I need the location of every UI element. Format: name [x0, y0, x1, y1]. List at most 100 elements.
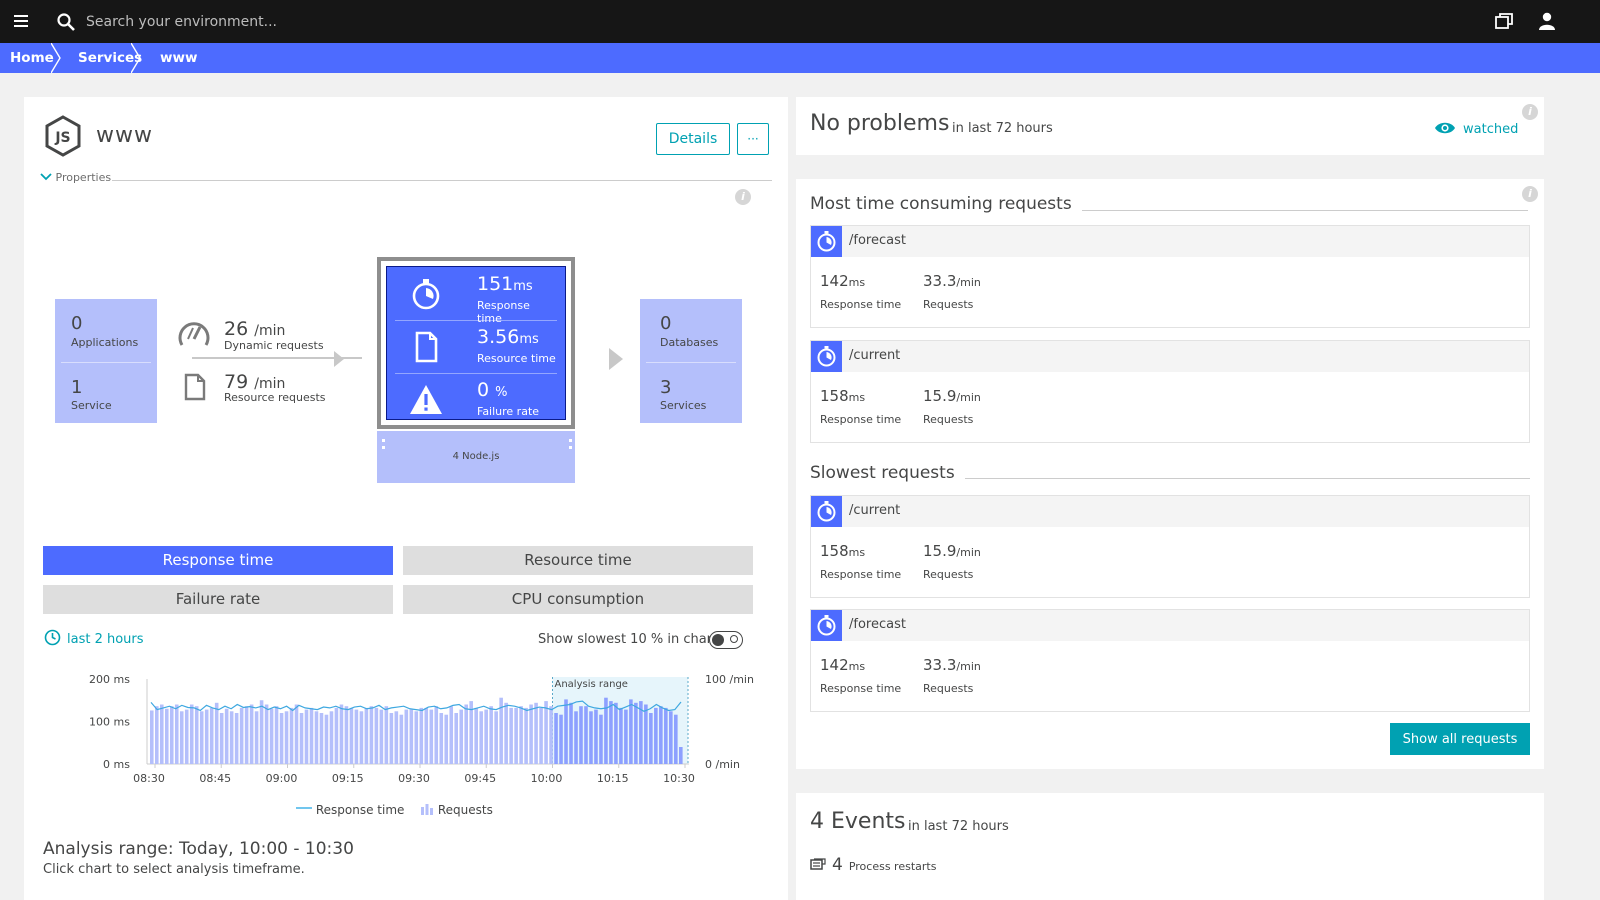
info-icon[interactable]: i: [1522, 104, 1538, 120]
request-response-time: 142ms: [820, 656, 866, 674]
request-rate: 15.9/min: [923, 542, 981, 560]
user-icon[interactable]: [1537, 11, 1557, 31]
windows-icon[interactable]: [1494, 12, 1514, 32]
requests-bar: [469, 701, 473, 764]
requests-bar: [284, 711, 289, 764]
requests-bar: [494, 711, 498, 764]
breadcrumb: Home Services www: [0, 43, 1600, 73]
tab-failure-rate[interactable]: Failure rate: [43, 585, 393, 614]
divider: [112, 180, 772, 181]
requests-bar: [679, 747, 683, 764]
request-stopwatch-icon: [811, 341, 842, 372]
requests-bar: [459, 709, 464, 764]
request-item-current[interactable]: /current 158ms Response time 15.9/min Re…: [810, 495, 1530, 598]
requests-bar: [389, 713, 394, 764]
request-rate: 33.3/min: [923, 272, 981, 290]
request-response-time-label: Response time: [820, 413, 902, 426]
requests-bar: [509, 707, 513, 764]
process-group-box[interactable]: 4 Node.js: [377, 431, 575, 483]
service-core-box[interactable]: 151ms Response time 3.56ms Resource time…: [377, 257, 575, 429]
info-icon[interactable]: i: [1522, 186, 1538, 202]
resource-time-row[interactable]: 3.56ms Resource time: [395, 322, 557, 374]
requests-bar: [619, 707, 623, 764]
more-actions-button[interactable]: ···: [737, 123, 769, 155]
requests-bar: [559, 714, 563, 764]
requests-bar: [374, 707, 379, 764]
failure-rate-row[interactable]: 0 % Failure rate: [395, 375, 557, 427]
watched-toggle[interactable]: watched: [1434, 121, 1518, 137]
request-name: /current: [849, 348, 901, 363]
show-slowest-toggle[interactable]: [709, 631, 743, 649]
requests-bar: [199, 711, 204, 764]
x-tick-label: 08:30: [133, 772, 165, 785]
top-bar: [0, 0, 1600, 43]
breadcrumb-services[interactable]: Services: [60, 43, 142, 73]
details-button[interactable]: Details: [656, 123, 730, 155]
request-rate: 33.3/min: [923, 656, 981, 674]
info-icon[interactable]: i: [735, 189, 751, 205]
requests-bar: [259, 700, 264, 764]
request-name: /forecast: [849, 617, 906, 632]
requests-bar: [234, 713, 239, 764]
request-item-forecast[interactable]: /forecast 142ms Response time 33.3/min R…: [810, 609, 1530, 712]
requests-bar: [454, 713, 459, 764]
events-subtitle: in last 72 hours: [908, 819, 1009, 834]
event-count: 4: [832, 855, 843, 875]
requests-bar: [549, 706, 553, 764]
x-tick-label: 09:00: [266, 772, 298, 785]
applications-label: Applications: [71, 336, 139, 349]
requests-bar: [644, 704, 648, 764]
x-tick-label: 09:30: [398, 772, 430, 785]
show-all-requests-button[interactable]: Show all requests: [1390, 723, 1530, 755]
tab-cpu-consumption[interactable]: CPU consumption: [403, 585, 753, 614]
requests-bar: [399, 714, 404, 764]
request-rate-label: Requests: [923, 298, 974, 311]
request-stopwatch-icon: [811, 610, 842, 641]
callees-box[interactable]: 0 Databases 3 Services: [640, 299, 742, 423]
breadcrumb-home[interactable]: Home: [0, 43, 61, 73]
request-response-time: 158ms: [820, 387, 866, 405]
requests-bar: [579, 706, 583, 764]
timeframe-selector[interactable]: last 2 hours: [44, 629, 144, 647]
service-count: 1: [71, 377, 83, 398]
slowest-requests-title: Slowest requests: [810, 463, 965, 483]
divider: [61, 362, 151, 363]
breadcrumb-www[interactable]: www: [140, 43, 207, 73]
requests-bar: [429, 709, 434, 764]
requests-bar: [544, 701, 548, 764]
process-group-label: 4 Node.js: [452, 451, 500, 462]
response-time-chart[interactable]: Analysis range 200 ms 100 ms 0 ms 100 /min 0 …: [48, 667, 778, 827]
hamburger-menu-icon[interactable]: [12, 12, 32, 30]
properties-toggle[interactable]: Properties: [40, 171, 111, 184]
response-time-row[interactable]: 151ms Response time: [395, 269, 557, 325]
requests-bar: [464, 704, 468, 764]
requests-bar: [239, 707, 244, 764]
y-tick-label: 200 ms: [89, 673, 130, 686]
resource-requests-label: Resource requests: [224, 391, 326, 404]
y-right-tick-label: 100 /min: [705, 673, 754, 686]
callers-box[interactable]: 0 Applications 1 Service: [55, 299, 157, 423]
speedometer-icon: [178, 322, 210, 346]
requests-bar: [244, 706, 249, 764]
arrow-right-icon: [334, 351, 344, 367]
search-input[interactable]: [86, 10, 586, 34]
requests-bar: [224, 708, 229, 764]
requests-bar: [669, 711, 673, 764]
tab-resource-time[interactable]: Resource time: [403, 546, 753, 575]
tab-response-time[interactable]: Response time: [43, 546, 393, 575]
requests-bar: [339, 704, 344, 764]
requests-bar: [519, 706, 523, 764]
requests-bar: [404, 709, 409, 764]
request-item-current[interactable]: /current 158ms Response time 15.9/min Re…: [810, 340, 1530, 443]
request-item-forecast[interactable]: /forecast 142ms Response time 33.3/min R…: [810, 225, 1530, 328]
requests-bar: [534, 702, 538, 764]
requests-bar: [269, 708, 274, 764]
nodejs-icon: JS: [45, 115, 81, 157]
service-core-metrics: 151ms Response time 3.56ms Resource time…: [386, 266, 566, 420]
applications-count: 0: [71, 313, 83, 334]
dynamic-requests-value: 26 /min: [224, 318, 286, 340]
requests-bar: [254, 711, 259, 764]
legend-response-time-label: Response time: [315, 803, 405, 817]
analysis-range-hint: Click chart to select analysis timeframe…: [43, 862, 305, 877]
event-process-restarts[interactable]: 4 Process restarts: [810, 855, 936, 875]
